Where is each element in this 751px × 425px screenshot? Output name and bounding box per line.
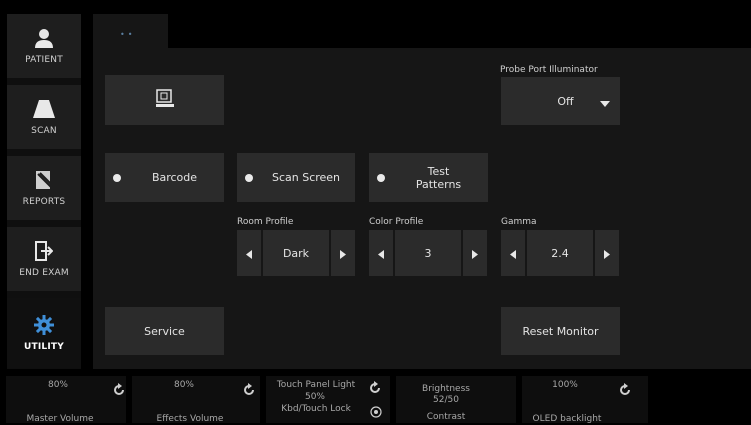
sidebar-item-scan[interactable]: SCAN: [7, 85, 81, 149]
chevron-down-icon: [600, 97, 610, 110]
left-sidebar: PATIENT SCAN REPORTS END EXAM UTILITY: [7, 14, 81, 369]
chevron-left-icon: [378, 244, 384, 263]
effects-volume-label: Effects Volume: [156, 414, 224, 424]
scan-screen-button[interactable]: Scan Screen: [237, 153, 355, 202]
probe-port-label: Probe Port Illuminator: [500, 65, 598, 75]
sidebar-item-label: END EXAM: [19, 268, 69, 278]
probe-port-dropdown[interactable]: Off: [501, 77, 620, 125]
page-indicator: ••: [120, 30, 136, 39]
patient-icon: [33, 27, 55, 49]
test-patterns-label: Test Patterns: [399, 165, 488, 191]
touch-panel-light-value: 50%: [304, 392, 325, 402]
color-profile-next[interactable]: [463, 230, 487, 276]
brightness-value: 52/50: [433, 395, 459, 405]
monitor-icon: [155, 88, 175, 112]
color-profile-label: Color Profile: [369, 217, 424, 227]
radio-dot-icon: [245, 173, 253, 182]
reset-monitor-button[interactable]: Reset Monitor: [501, 307, 620, 355]
radio-dot-icon: [377, 173, 385, 182]
sidebar-item-label: REPORTS: [22, 197, 66, 207]
room-profile-prev[interactable]: [237, 230, 261, 276]
master-volume-label: Master Volume: [26, 414, 94, 424]
test-patterns-line1: Test: [427, 164, 450, 178]
scan-icon: [33, 98, 55, 120]
reports-icon: [33, 169, 55, 191]
radio-dot-icon: [113, 173, 121, 182]
kbd-touch-lock-label: Kbd/Touch Lock: [281, 404, 351, 414]
lock-toggle-icon[interactable]: [370, 403, 384, 418]
sidebar-item-reports[interactable]: REPORTS: [7, 156, 81, 220]
refresh-icon: [368, 380, 382, 394]
test-patterns-line2: Patterns: [415, 177, 462, 191]
refresh-icon: [112, 382, 126, 396]
bottom-control-bar: 80% Master Volume 80% Effects Volume Tou…: [0, 374, 751, 424]
sidebar-item-utility[interactable]: UTILITY: [7, 298, 81, 368]
refresh-icon: [618, 382, 632, 396]
color-profile-prev[interactable]: [369, 230, 393, 276]
end-exam-icon: [33, 240, 55, 262]
utility-panel: •• Probe Port Illuminator Off Barcode Sc…: [93, 14, 751, 369]
top-strip: [168, 14, 751, 48]
sidebar-item-label: PATIENT: [25, 55, 63, 65]
effects-volume-value: 80%: [173, 380, 194, 390]
room-profile-value: Dark: [263, 230, 329, 276]
oled-backlight-value: 100%: [552, 380, 578, 390]
probe-port-value: Off: [557, 94, 574, 108]
sidebar-item-label: UTILITY: [24, 342, 64, 352]
sidebar-item-patient[interactable]: PATIENT: [7, 14, 81, 78]
touch-panel-light-title: Touch Panel Light: [276, 380, 356, 390]
gamma-next[interactable]: [595, 230, 619, 276]
chevron-left-icon: [510, 244, 516, 263]
color-profile-value: 3: [395, 230, 461, 276]
monitor-button[interactable]: [105, 75, 224, 125]
barcode-button[interactable]: Barcode: [105, 153, 224, 202]
room-profile-label: Room Profile: [237, 217, 294, 227]
oled-backlight-label: OLED backlight: [532, 414, 602, 424]
master-volume-value: 80%: [47, 380, 68, 390]
barcode-label: Barcode: [151, 171, 198, 184]
contrast-label: Contrast: [426, 412, 466, 422]
scan-screen-label: Scan Screen: [271, 171, 341, 184]
chevron-right-icon: [604, 244, 610, 263]
test-patterns-button[interactable]: Test Patterns: [369, 153, 488, 202]
refresh-icon: [242, 382, 256, 396]
utility-gear-icon: [33, 314, 55, 336]
gamma-value: 2.4: [527, 230, 593, 276]
sidebar-item-end-exam[interactable]: END EXAM: [7, 227, 81, 291]
sidebar-item-label: SCAN: [31, 126, 57, 136]
chevron-right-icon: [340, 244, 346, 263]
chevron-right-icon: [472, 244, 478, 263]
room-profile-next[interactable]: [331, 230, 355, 276]
service-button[interactable]: Service: [105, 307, 224, 355]
chevron-left-icon: [246, 244, 252, 263]
tab-page-1[interactable]: ••: [93, 14, 168, 48]
brightness-title: Brightness: [422, 384, 470, 394]
gamma-prev[interactable]: [501, 230, 525, 276]
gamma-label: Gamma: [501, 217, 537, 227]
